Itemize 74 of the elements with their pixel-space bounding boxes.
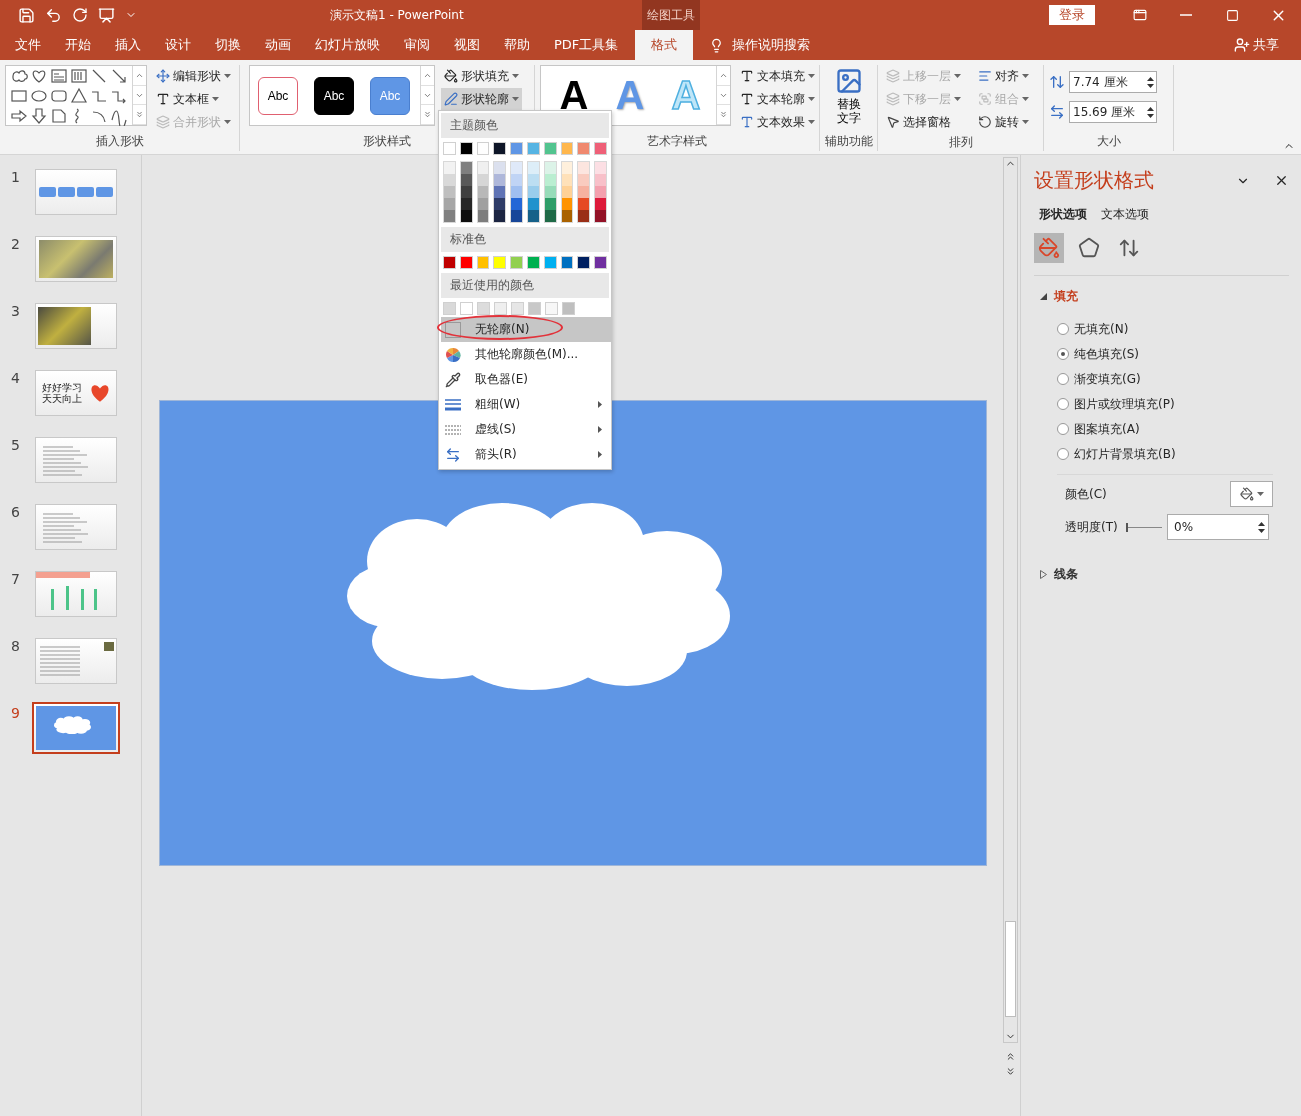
section-header[interactable]: 填充 [1034,288,1301,305]
pane-tab[interactable]: 形状选项 [1034,206,1092,223]
ribbon-command[interactable]: 形状轮廓 [441,88,522,110]
ribbon-command[interactable]: 形状填充 [441,65,522,87]
transparency-field[interactable]: 0% [1167,514,1269,540]
section-header[interactable]: 线条 [1034,566,1078,583]
ribbon-tab[interactable]: 插入 [103,30,153,60]
ribbon-tab[interactable]: 审阅 [392,30,442,60]
pane-tab[interactable]: 文本选项 [1096,206,1154,223]
slide-number: 1 [10,169,21,185]
group-label: 大小 [1096,133,1121,150]
tell-me-search[interactable]: 操作说明搜索 [703,30,817,60]
slide-number: 8 [10,638,21,654]
slide-number: 5 [10,437,21,453]
context-tab-label: 绘图工具 [642,0,700,30]
transparency-label: 透明度(T) [1065,518,1119,536]
pane-title: 设置形状格式 [1034,167,1155,194]
menu-heading: 最近使用的颜色 [441,273,609,298]
menu-item-label: 无轮廓(N) [475,321,530,338]
login-button[interactable]: 登录 [1049,5,1095,25]
ribbon-tab[interactable]: 设计 [153,30,203,60]
group-label: 辅助功能 [824,133,873,150]
ribbon-tab[interactable]: 视图 [442,30,492,60]
group-label: 艺术字样式 [647,133,707,150]
shape-style-gallery[interactable]: Abc Abc Abc [249,65,435,126]
ribbon-command[interactable]: 文本填充 [737,65,818,87]
ribbon-command[interactable]: 文本框 [153,88,234,110]
ribbon-command[interactable]: 选择窗格 [883,111,971,133]
ribbon-tab[interactable]: 格式 [635,30,694,60]
slide-number: 7 [10,571,21,587]
group-label: 排列 [948,134,973,151]
ribbon-command[interactable]: 文本轮廓 [737,88,818,110]
alt-text-button[interactable]: 替换文字 [825,65,872,133]
fill-option[interactable]: 幻灯片背景填充(B) [1057,446,1301,462]
ribbon-tab[interactable]: 帮助 [492,30,542,60]
slide-number: 3 [10,303,21,319]
slide-number: 6 [10,504,21,520]
ribbon-command[interactable]: 旋转 [974,111,1038,133]
slide-text: 好好学习天天向上 [41,382,83,404]
group-label: 插入形状 [95,133,144,150]
height-field[interactable]: 7.74 厘米 [1069,71,1157,93]
ribbon-tab[interactable]: 切换 [203,30,253,60]
ribbon-command[interactable]: 编辑形状 [153,65,234,87]
window-title: 演示文稿1 - PowerPoint [330,6,465,24]
menu-item-label: 取色器(E) [475,371,528,388]
shape-style-preset[interactable]: Abc [314,77,354,115]
fill-option[interactable]: 图案填充(A) [1057,421,1301,437]
ribbon-tab[interactable]: 幻灯片放映 [303,30,392,60]
width-field[interactable]: 15.69 厘米 [1069,101,1157,123]
fill-option[interactable]: 无填充(N) [1057,321,1301,337]
wordart-gallery[interactable]: A A A [540,65,731,126]
fill-option[interactable]: 纯色填充(S) [1057,346,1301,362]
share-button[interactable]: 共享 [1228,30,1285,60]
shape-style-preset[interactable]: Abc [258,77,298,115]
color-label: 颜色(C) [1065,485,1108,503]
ribbon-command[interactable]: 对齐 [974,65,1038,87]
menu-item-label: 粗细(W) [475,396,521,413]
ribbon-tab[interactable]: 开始 [53,30,103,60]
menu-item-label: 虚线(S) [475,421,516,438]
ribbon-command[interactable]: 文本效果 [737,111,818,133]
menu-heading: 标准色 [441,227,609,252]
ribbon-tab[interactable]: PDF工具集 [542,30,631,60]
menu-item-label: 箭头(R) [475,446,517,463]
ribbon-tab[interactable]: 文件 [3,30,53,60]
fill-option[interactable]: 图片或纹理填充(P) [1057,396,1301,412]
fill-option[interactable]: 渐变填充(G) [1057,371,1301,387]
slide-thumbnail[interactable]: 好好学习天天向上 [35,370,117,416]
menu-heading: 主题颜色 [441,113,609,138]
slide-number: 2 [10,236,21,252]
menu-item-label: 其他轮廓颜色(M)... [475,346,579,363]
slide-number: 4 [10,370,21,386]
slide-number: 9 [10,705,21,721]
group-label: 形状样式 [363,133,411,150]
ribbon-tab[interactable]: 动画 [253,30,303,60]
